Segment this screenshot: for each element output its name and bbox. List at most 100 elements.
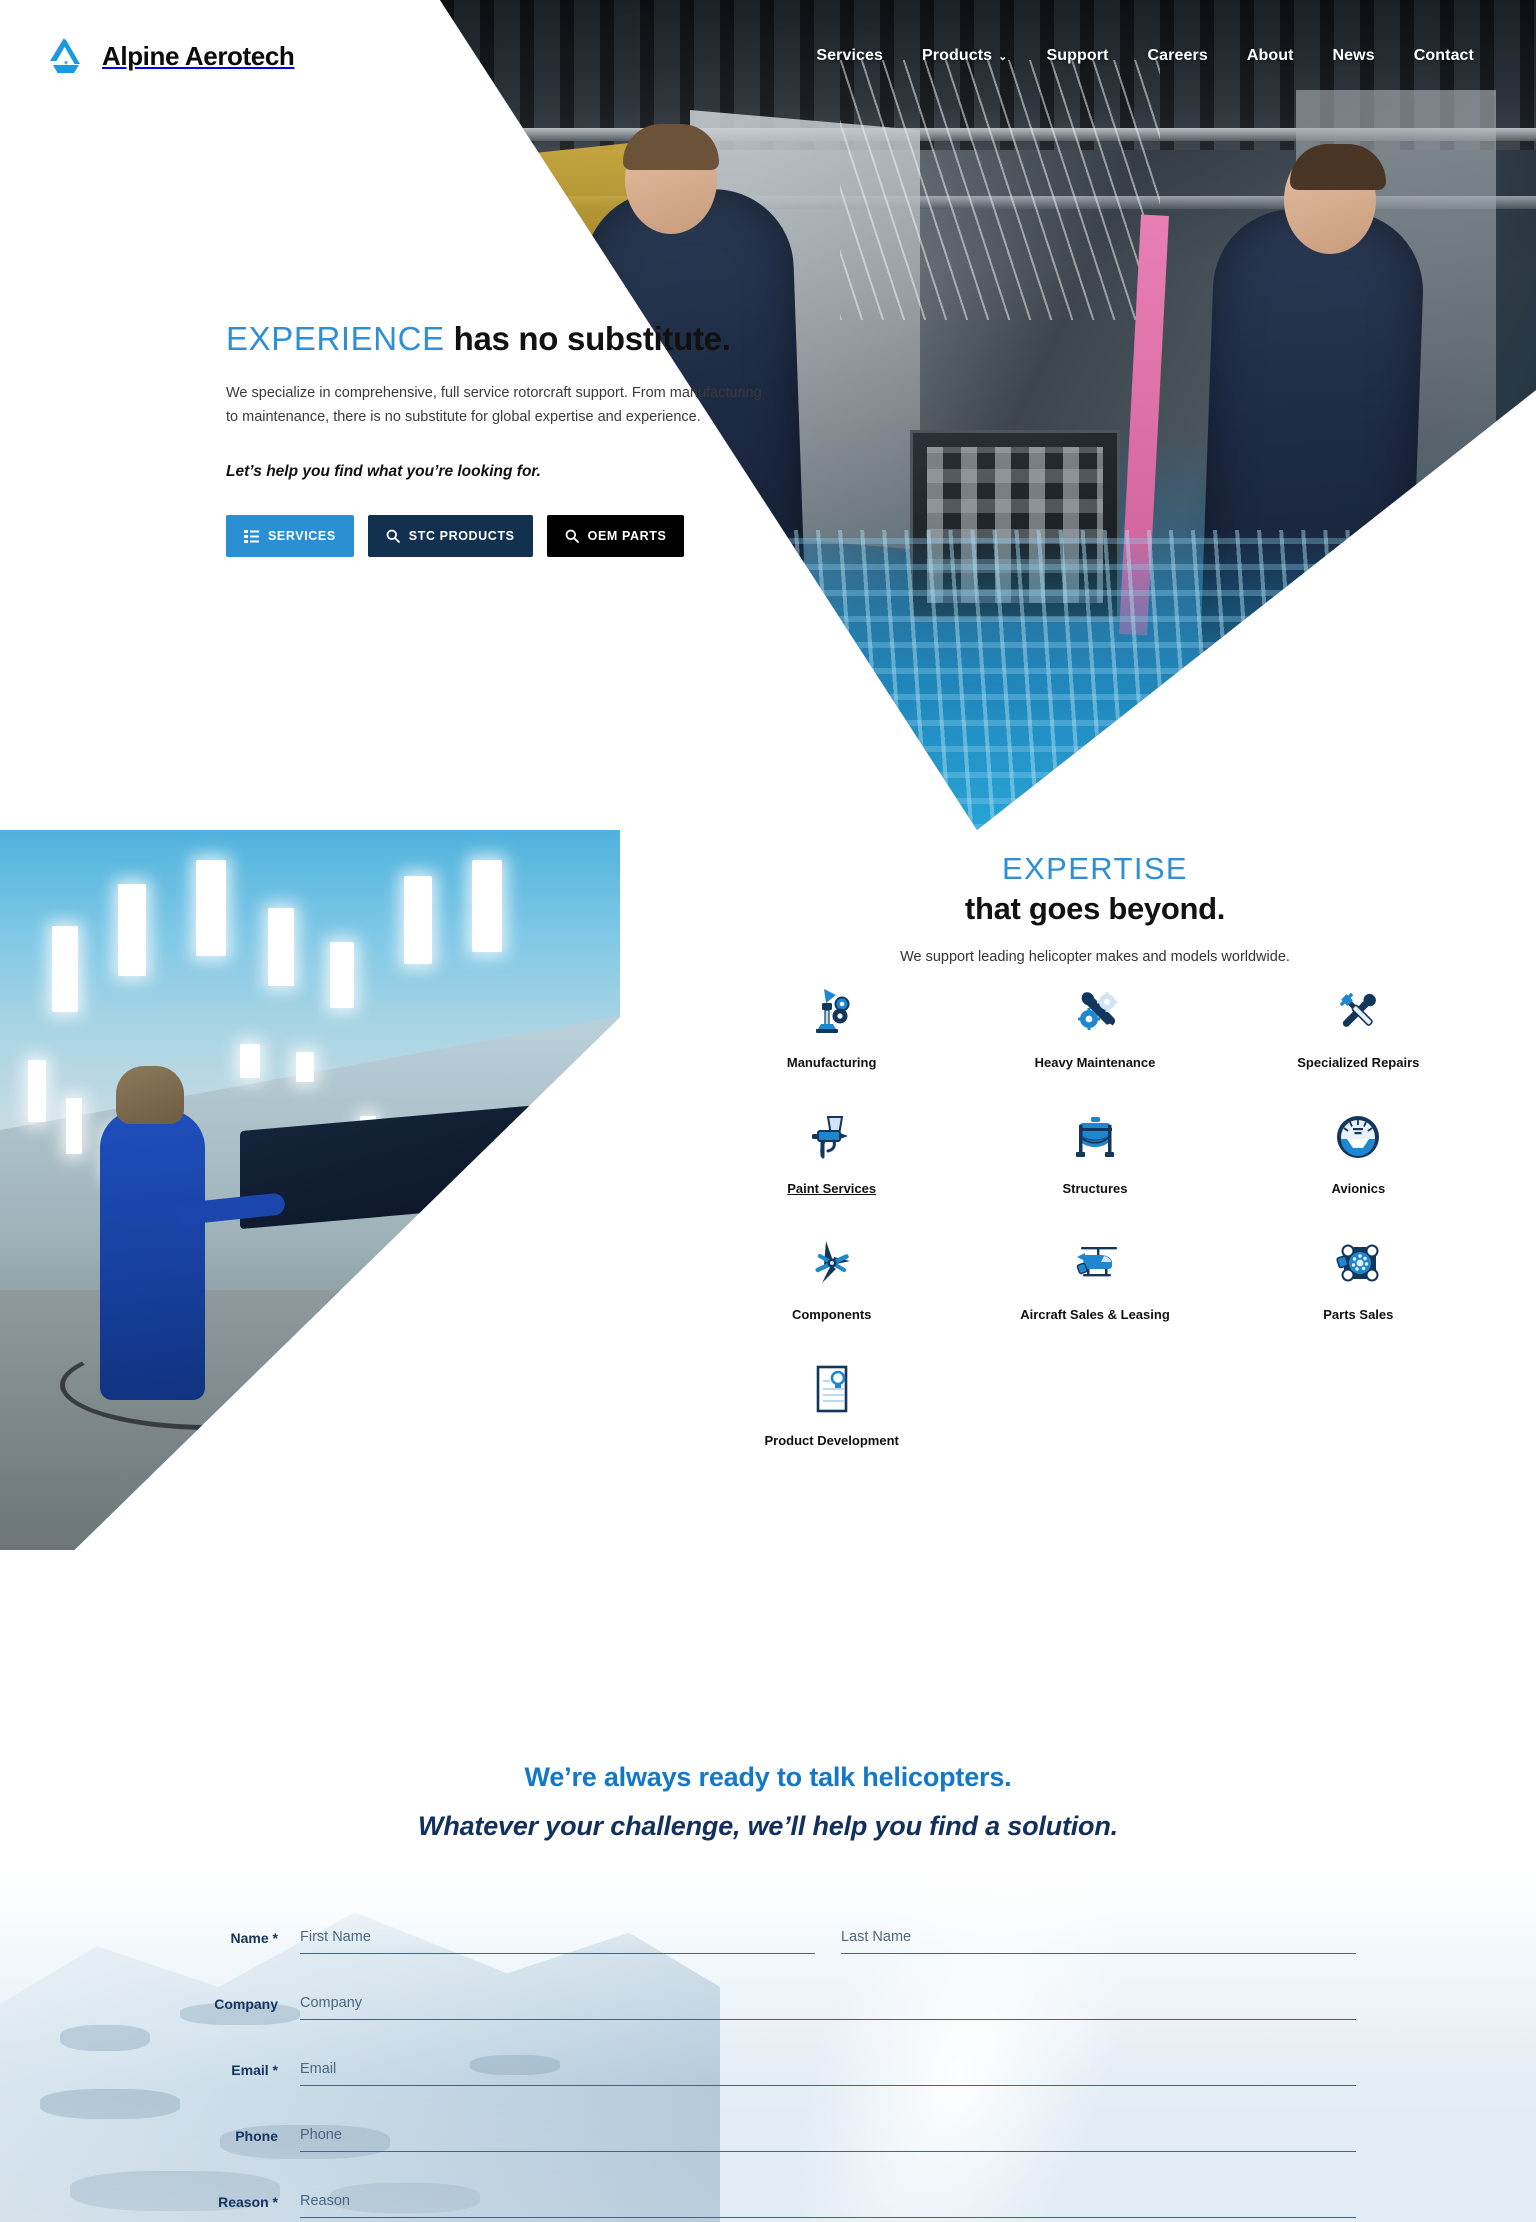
search-icon	[565, 529, 579, 544]
reason-input[interactable]	[300, 2184, 1356, 2218]
services-button[interactable]: SERVICES	[226, 515, 354, 558]
form-label-phone: Phone	[0, 2128, 300, 2152]
expertise-label: Aircraft Sales & Leasing	[1020, 1307, 1170, 1322]
hero-button-group: SERVICES STC PRODUCTS OEM PARTS	[226, 515, 786, 558]
helicopter-tag-icon	[1064, 1232, 1126, 1294]
last-name-input[interactable]	[841, 1920, 1356, 1954]
hero-heading-accent: EXPERIENCE	[226, 320, 445, 357]
expertise-item-parts-sales[interactable]: Parts Sales	[1227, 1232, 1490, 1322]
label-text: Phone	[235, 2128, 278, 2144]
label-text: Email	[231, 2062, 269, 2078]
expertise-item-components[interactable]: Components	[700, 1232, 963, 1322]
required-marker: *	[272, 2062, 278, 2078]
nav-label: About	[1246, 47, 1294, 64]
expertise-label: Components	[791, 1307, 872, 1322]
expertise-label: Manufacturing	[786, 1055, 877, 1070]
form-label-company: Company	[0, 1996, 300, 2020]
airframe-stand-icon	[1064, 1106, 1126, 1168]
expertise-label: Paint Services	[787, 1181, 877, 1196]
search-icon	[386, 529, 400, 544]
nav-links: Services Products ⌄ Support Careers Abou…	[816, 47, 1474, 65]
form-row-reason: Reason *	[0, 2184, 1536, 2218]
hero-subheading: Let’s help you find what you’re looking …	[226, 463, 541, 481]
expertise-item-product-development[interactable]: Product Development	[700, 1358, 963, 1448]
nav-label: Careers	[1147, 47, 1208, 64]
label-text: Name	[230, 1930, 269, 1946]
chevron-down-icon: ⌄	[998, 50, 1008, 63]
nav-label: Contact	[1413, 47, 1474, 64]
required-marker: *	[272, 1930, 278, 1946]
expertise-section: EXPERTISE that goes beyond. We support l…	[0, 830, 1536, 1630]
expertise-item-avionics[interactable]: Avionics	[1227, 1106, 1490, 1196]
first-name-input[interactable]	[300, 1920, 815, 1954]
nav-item-services[interactable]: Services	[816, 47, 883, 65]
wrench-gears-icon	[1064, 980, 1126, 1042]
drill-press-gear-icon	[801, 980, 863, 1042]
expertise-eyebrow: EXPERTISE	[1001, 851, 1189, 886]
label-text: Reason	[218, 2194, 269, 2210]
expertise-grid: Manufacturing Heavy Maintenance Speciali…	[700, 980, 1490, 1448]
nav-item-support[interactable]: Support	[1046, 47, 1108, 65]
hero-copy: EXPERIENCE has no substitute. We special…	[226, 318, 786, 558]
brand-name: Alpine Aerotech	[102, 40, 295, 71]
crossed-wrench-screwdriver-icon	[1327, 980, 1389, 1042]
expertise-label: Parts Sales	[1323, 1307, 1394, 1322]
expertise-item-aircraft-sales-leasing[interactable]: Aircraft Sales & Leasing	[963, 1232, 1226, 1322]
form-label-reason: Reason *	[0, 2194, 300, 2218]
certificate-document-icon	[801, 1358, 863, 1420]
nav-item-careers[interactable]: Careers	[1148, 47, 1208, 65]
button-label: OEM PARTS	[587, 529, 667, 544]
form-row-email: Email *	[0, 2052, 1536, 2086]
rotor-blade-icon	[801, 1232, 863, 1294]
parts-hub-tag-icon	[1327, 1232, 1389, 1294]
nav-item-about[interactable]: About	[1247, 47, 1294, 65]
oem-parts-button[interactable]: OEM PARTS	[546, 515, 685, 558]
email-input[interactable]	[300, 2052, 1356, 2086]
cta-subheading: Whatever your challenge, we’ll help you …	[418, 1811, 1118, 1841]
contact-form: Name * Company Email *	[0, 1920, 1536, 2222]
expertise-item-specialized-repairs[interactable]: Specialized Repairs	[1227, 980, 1490, 1070]
hero-heading: EXPERIENCE has no substitute.	[226, 318, 786, 360]
company-input[interactable]	[300, 1986, 1356, 2020]
gauge-dial-icon	[1327, 1106, 1389, 1168]
button-label: STC PRODUCTS	[408, 529, 515, 544]
expertise-item-structures[interactable]: Structures	[963, 1106, 1226, 1196]
nav-label: Support	[1046, 47, 1109, 64]
expertise-item-heavy-maintenance[interactable]: Heavy Maintenance	[963, 980, 1226, 1070]
expertise-heading-block: EXPERTISE that goes beyond. We support l…	[700, 850, 1490, 965]
spray-gun-icon	[801, 1106, 863, 1168]
homepage: Alpine Aerotech Services Products ⌄ Supp…	[0, 0, 1536, 2222]
main-navigation: Alpine Aerotech Services Products ⌄ Supp…	[0, 34, 1536, 78]
expertise-label: Heavy Maintenance	[1034, 1055, 1156, 1070]
stc-products-button[interactable]: STC PRODUCTS	[367, 515, 533, 558]
form-label-name: Name *	[0, 1930, 300, 1954]
expertise-item-paint-services[interactable]: Paint Services	[700, 1106, 963, 1196]
expertise-item-manufacturing[interactable]: Manufacturing	[700, 980, 963, 1070]
list-icon	[244, 529, 259, 543]
expertise-label: Specialized Repairs	[1297, 1055, 1420, 1070]
nav-label: Services	[816, 47, 883, 64]
expertise-subtitle: We support leading helicopter makes and …	[900, 949, 1290, 966]
nav-label: News	[1332, 47, 1375, 64]
phone-input[interactable]	[300, 2118, 1356, 2152]
nav-item-products[interactable]: Products ⌄	[922, 47, 1007, 65]
form-row-phone: Phone	[0, 2118, 1536, 2152]
logo-home-link[interactable]: Alpine Aerotech	[44, 34, 295, 78]
expertise-title: that goes beyond.	[964, 891, 1226, 927]
nav-item-contact[interactable]: Contact	[1414, 47, 1474, 65]
form-row-company: Company	[0, 1986, 1536, 2020]
label-text: Company	[214, 1996, 278, 2012]
expertise-label: Avionics	[1331, 1181, 1386, 1196]
nav-label: Products	[922, 47, 993, 64]
nav-item-news[interactable]: News	[1333, 47, 1375, 65]
required-marker: *	[272, 2194, 278, 2210]
expertise-label: Structures	[1062, 1181, 1128, 1196]
button-label: SERVICES	[268, 529, 336, 544]
paint-booth-photo	[0, 830, 620, 1550]
cta-heading: We’re always ready to talk helicopters.	[524, 1762, 1012, 1792]
alpine-triangle-logo-icon	[44, 34, 88, 78]
hero-section: Alpine Aerotech Services Products ⌄ Supp…	[0, 0, 1536, 830]
form-row-name: Name *	[0, 1920, 1536, 1954]
hero-heading-rest: has no substitute.	[444, 320, 731, 357]
form-label-email: Email *	[0, 2062, 300, 2086]
